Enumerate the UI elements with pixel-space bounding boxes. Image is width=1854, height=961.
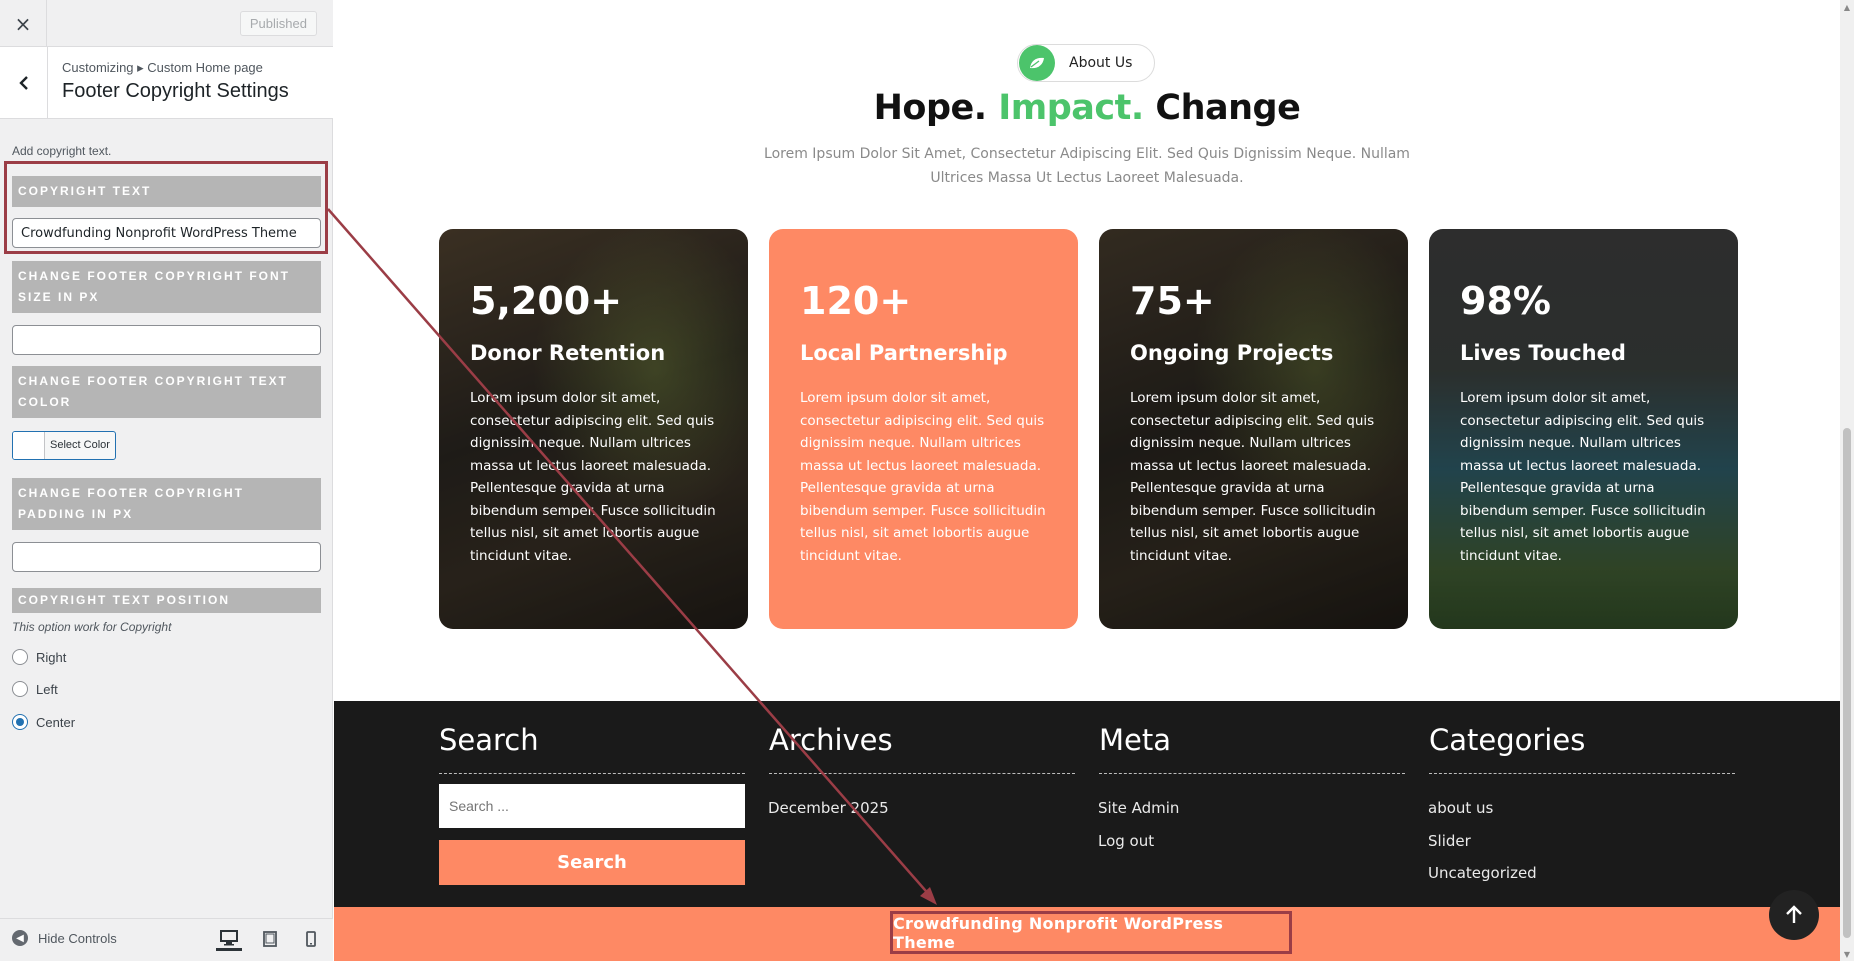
leaf-icon <box>1019 45 1055 81</box>
archive-link[interactable]: December 2025 <box>768 799 889 817</box>
text-color-title: Change Footer Copyright Text Color <box>12 366 321 418</box>
radio-button-checked[interactable] <box>12 714 28 730</box>
search-widget-title: Search <box>439 723 539 757</box>
mobile-preview-button[interactable] <box>298 927 324 951</box>
select-color-label: Select Color <box>50 439 110 451</box>
about-us-label: About Us <box>1069 55 1133 71</box>
hide-controls-label: Hide Controls <box>38 930 117 946</box>
category-link[interactable]: about us <box>1428 799 1493 817</box>
preview-scrollbar[interactable]: ▲ ▼ <box>1840 0 1854 961</box>
font-size-input[interactable] <box>12 325 321 355</box>
customizer-footer: ◀ Hide Controls <box>0 918 333 961</box>
radio-label: Left <box>36 681 58 697</box>
stat-card: 5,200+ Donor Retention Lorem ipsum dolor… <box>439 229 748 629</box>
position-radio-center[interactable]: Center <box>12 714 75 730</box>
position-radio-right[interactable]: Right <box>12 649 66 665</box>
stat-number: 5,200+ <box>470 279 623 323</box>
category-link[interactable]: Uncategorized <box>1428 864 1537 882</box>
back-button[interactable] <box>0 47 48 118</box>
hide-controls-button[interactable]: ◀ Hide Controls <box>12 930 117 946</box>
site-preview: About Us Hope. Impact. Change Lorem Ipsu… <box>334 0 1840 961</box>
font-size-title: Change Footer Copyright Font Size In PX <box>12 261 321 313</box>
archives-widget-title: Archives <box>769 723 893 757</box>
padding-title: Change Footer Copyright Padding In PX <box>12 478 321 530</box>
stat-card: 75+ Ongoing Projects Lorem ipsum dolor s… <box>1099 229 1408 629</box>
customizer-sidebar: × Published Customizing ▸ Custom Home pa… <box>0 0 333 961</box>
radio-button[interactable] <box>12 649 28 665</box>
stat-number: 120+ <box>800 279 912 323</box>
stat-card: 120+ Local Partnership Lorem ipsum dolor… <box>769 229 1078 629</box>
widget-divider <box>439 773 745 774</box>
widget-divider <box>1429 773 1735 774</box>
radio-button[interactable] <box>12 681 28 697</box>
position-radio-left[interactable]: Left <box>12 681 58 697</box>
footer-search-input[interactable] <box>439 784 745 828</box>
meta-widget-title: Meta <box>1099 723 1172 757</box>
desktop-icon <box>220 929 238 945</box>
position-note: This option work for Copyright <box>12 620 172 634</box>
customizer-header-bar: × Published <box>0 0 333 47</box>
radio-label: Right <box>36 649 67 665</box>
stat-label: Lives Touched <box>1460 341 1626 365</box>
footer-search-button[interactable]: Search <box>439 840 745 885</box>
annotation-highlight-box <box>4 161 328 254</box>
scroll-up-arrow-icon[interactable]: ▲ <box>1840 0 1854 14</box>
arrow-up-icon <box>1786 905 1802 923</box>
section-description: Add copyright text. <box>12 144 112 158</box>
tablet-icon <box>263 931 277 947</box>
chevron-left-icon <box>18 75 28 90</box>
stat-description: Lorem ipsum dolor sit amet, consectetur … <box>470 390 716 564</box>
close-customizer-button[interactable]: × <box>0 0 47 47</box>
tablet-preview-button[interactable] <box>257 927 283 951</box>
stat-number: 75+ <box>1130 279 1215 323</box>
stat-card: 98% Lives Touched Lorem ipsum dolor sit … <box>1429 229 1738 629</box>
padding-input[interactable] <box>12 542 321 572</box>
desktop-preview-button[interactable] <box>216 927 242 951</box>
section-intro: Lorem Ipsum Dolor Sit Amet, Consectetur … <box>764 146 1410 186</box>
widget-divider <box>1099 773 1405 774</box>
close-icon: × <box>14 11 32 36</box>
categories-widget-title: Categories <box>1429 723 1586 757</box>
annotation-highlight-box: Crowdfunding Nonprofit WordPress Theme <box>890 911 1292 954</box>
headline-part-3: Change <box>1155 88 1301 128</box>
headline-part-1: Hope. <box>873 88 987 128</box>
scroll-thumb[interactable] <box>1843 428 1851 938</box>
meta-link-site-admin[interactable]: Site Admin <box>1098 799 1179 817</box>
scroll-down-arrow-icon[interactable]: ▼ <box>1840 947 1854 961</box>
section-header: Customizing ▸ Custom Home page Footer Co… <box>0 47 333 119</box>
mobile-icon <box>306 931 316 947</box>
stat-description: Lorem ipsum dolor sit amet, consectetur … <box>1460 390 1706 564</box>
category-link[interactable]: Slider <box>1428 832 1471 850</box>
footer-widgets: Search Search Archives December 2025 Met… <box>334 701 1840 907</box>
stat-label: Ongoing Projects <box>1130 341 1334 365</box>
radio-label: Center <box>36 714 76 730</box>
copyright-text: Crowdfunding Nonprofit WordPress Theme <box>893 913 1224 952</box>
breadcrumb: Customizing ▸ Custom Home page <box>62 60 263 75</box>
stat-description: Lorem ipsum dolor sit amet, consectetur … <box>800 390 1046 564</box>
stat-label: Donor Retention <box>470 341 666 365</box>
section-headline: Hope. Impact. Change <box>334 88 1840 128</box>
position-title: Copyright Text Position <box>12 588 321 613</box>
publish-button[interactable]: Published <box>239 11 317 36</box>
scroll-to-top-button[interactable] <box>1769 890 1819 940</box>
stat-label: Local Partnership <box>800 341 1008 365</box>
stat-number: 98% <box>1460 279 1551 323</box>
section-title: Footer Copyright Settings <box>62 80 289 102</box>
meta-link-log-out[interactable]: Log out <box>1098 832 1154 850</box>
stat-description: Lorem ipsum dolor sit amet, consectetur … <box>1130 390 1376 564</box>
color-swatch <box>13 432 45 459</box>
widget-divider <box>769 773 1075 774</box>
select-color-button[interactable]: Select Color <box>12 431 116 460</box>
collapse-arrow-icon: ◀ <box>12 930 28 946</box>
about-us-badge: About Us <box>1017 44 1155 82</box>
headline-part-2: Impact. <box>998 88 1144 128</box>
